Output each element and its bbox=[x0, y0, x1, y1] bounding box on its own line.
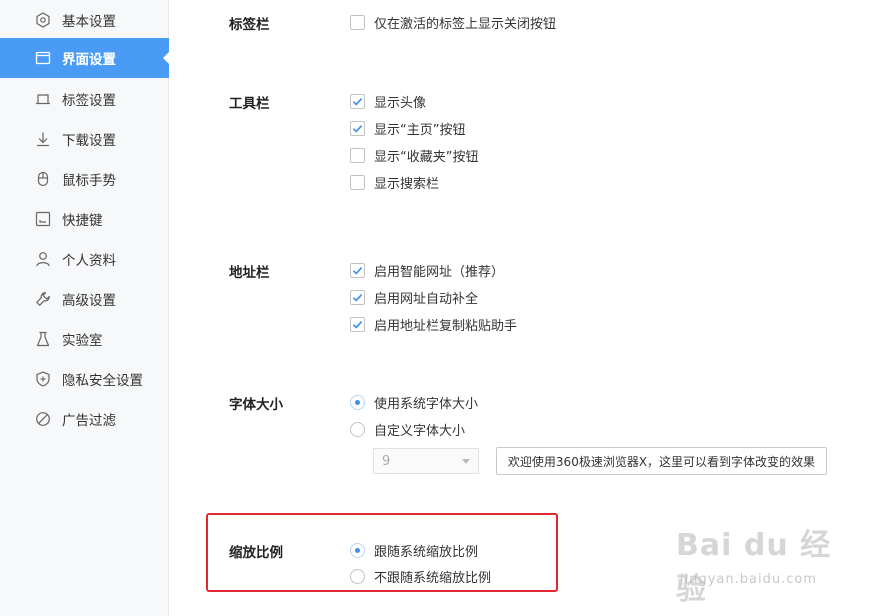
checkbox[interactable] bbox=[350, 147, 365, 163]
fontsize-custom-option[interactable]: 自定义字体大小 bbox=[350, 420, 466, 439]
toolbar-show-home-button-option[interactable]: 显示“主页”按钮 bbox=[350, 119, 466, 138]
sidebar-item-shortcuts[interactable]: 快捷键 bbox=[0, 199, 169, 239]
toolbar-show-favorites-button-option[interactable]: 显示“收藏夹”按钮 bbox=[350, 146, 479, 165]
sidebar-item-label: 下载设置 bbox=[62, 133, 116, 149]
shield-icon bbox=[35, 371, 51, 387]
sidebar-item-ad-filter[interactable]: 广告过滤 bbox=[0, 399, 169, 439]
tab-icon bbox=[35, 91, 51, 107]
sidebar-item-label: 界面设置 bbox=[62, 52, 116, 68]
tabbar-section-label: 标签栏 bbox=[229, 17, 270, 33]
checkbox-checked[interactable] bbox=[350, 289, 365, 305]
option-label: 显示头像 bbox=[374, 95, 427, 111]
toolbar-section-label: 工具栏 bbox=[229, 96, 270, 112]
wrench-icon bbox=[35, 291, 51, 307]
fontsize-section-label: 字体大小 bbox=[229, 397, 283, 413]
watermark-logo-text: Bai du 经验 bbox=[676, 528, 832, 607]
option-label: 显示“主页”按钮 bbox=[374, 122, 466, 138]
sidebar-item-mouse-gestures[interactable]: 鼠标手势 bbox=[0, 159, 169, 199]
sidebar-item-basic-settings[interactable]: 基本设置 bbox=[0, 0, 169, 40]
sidebar-item-tab-settings[interactable]: 标签设置 bbox=[0, 79, 169, 119]
option-label: 显示“收藏夹”按钮 bbox=[374, 149, 479, 165]
addressbar-section-label: 地址栏 bbox=[229, 265, 270, 281]
baidu-jingyan-watermark: Bai du 经验 jingyan.baidu.com bbox=[676, 520, 846, 607]
check-icon bbox=[352, 97, 363, 106]
toolbar-show-search-bar-option[interactable]: 显示搜索栏 bbox=[350, 173, 440, 192]
radio-selected[interactable] bbox=[350, 394, 365, 410]
addressbar-smart-url-option[interactable]: 启用智能网址（推荐） bbox=[350, 261, 505, 280]
window-icon bbox=[35, 50, 51, 66]
addressbar-autocomplete-option[interactable]: 启用网址自动补全 bbox=[350, 288, 479, 307]
watermark-url: jingyan.baidu.com bbox=[680, 572, 817, 587]
option-label: 自定义字体大小 bbox=[374, 423, 466, 439]
sidebar-item-privacy-security[interactable]: 隐私安全设置 bbox=[0, 359, 169, 399]
sidebar-item-profile[interactable]: 个人资料 bbox=[0, 239, 169, 279]
radio[interactable] bbox=[350, 421, 365, 437]
option-label: 启用地址栏复制粘贴助手 bbox=[374, 318, 518, 334]
checkbox[interactable] bbox=[350, 174, 365, 190]
checkbox-checked[interactable] bbox=[350, 316, 365, 332]
sidebar-item-label: 快捷键 bbox=[62, 213, 103, 229]
check-icon bbox=[352, 124, 363, 133]
tabbar-close-button-option[interactable]: 仅在激活的标签上显示关闭按钮 bbox=[350, 13, 557, 32]
sidebar-item-label: 鼠标手势 bbox=[62, 173, 116, 189]
sidebar-item-label: 个人资料 bbox=[62, 253, 116, 269]
addressbar-paste-assistant-option[interactable]: 启用地址栏复制粘贴助手 bbox=[350, 315, 518, 334]
sidebar-item-label: 高级设置 bbox=[62, 293, 116, 309]
sidebar-item-label: 广告过滤 bbox=[62, 413, 116, 429]
user-icon bbox=[35, 251, 51, 267]
settings-sidebar: 基本设置 界面设置 标签设置 下载设置 鼠标手势 快捷键 个人资料 高级设置 实… bbox=[0, 0, 169, 616]
chevron-down-icon bbox=[462, 459, 470, 464]
sidebar-item-advanced-settings[interactable]: 高级设置 bbox=[0, 279, 169, 319]
option-label: 启用网址自动补全 bbox=[374, 291, 479, 307]
checkbox-checked[interactable] bbox=[350, 93, 365, 109]
sidebar-item-label: 实验室 bbox=[62, 333, 103, 349]
option-label: 启用智能网址（推荐） bbox=[374, 264, 505, 280]
sidebar-item-label: 隐私安全设置 bbox=[62, 373, 143, 389]
checkbox-checked[interactable] bbox=[350, 120, 365, 136]
check-icon bbox=[352, 293, 363, 302]
option-label: 仅在激活的标签上显示关闭按钮 bbox=[374, 16, 557, 32]
checkbox[interactable] bbox=[350, 14, 365, 30]
select-value: 9 bbox=[382, 453, 391, 469]
highlight-annotation-box bbox=[206, 513, 558, 592]
sidebar-item-interface-settings[interactable]: 界面设置 bbox=[0, 38, 169, 78]
flask-icon bbox=[35, 331, 51, 347]
option-label: 显示搜索栏 bbox=[374, 176, 440, 192]
toolbar-show-avatar-option[interactable]: 显示头像 bbox=[350, 92, 427, 111]
gear-icon bbox=[35, 12, 51, 28]
checkbox-checked[interactable] bbox=[350, 262, 365, 278]
font-preview-button[interactable]: 欢迎使用360极速浏览器X，这里可以看到字体改变的效果 bbox=[496, 447, 827, 475]
sidebar-item-label: 基本设置 bbox=[62, 14, 116, 30]
block-icon bbox=[35, 411, 51, 427]
check-icon bbox=[352, 320, 363, 329]
fontsize-select[interactable]: 9 bbox=[373, 448, 479, 474]
sidebar-item-label: 标签设置 bbox=[62, 93, 116, 109]
sidebar-item-download-settings[interactable]: 下载设置 bbox=[0, 119, 169, 159]
option-label: 使用系统字体大小 bbox=[374, 396, 479, 412]
fontsize-system-option[interactable]: 使用系统字体大小 bbox=[350, 393, 479, 412]
check-icon bbox=[352, 266, 363, 275]
mouse-icon bbox=[35, 171, 51, 187]
download-icon bbox=[35, 131, 51, 147]
sidebar-item-lab[interactable]: 实验室 bbox=[0, 319, 169, 359]
shortcut-icon bbox=[35, 211, 51, 227]
